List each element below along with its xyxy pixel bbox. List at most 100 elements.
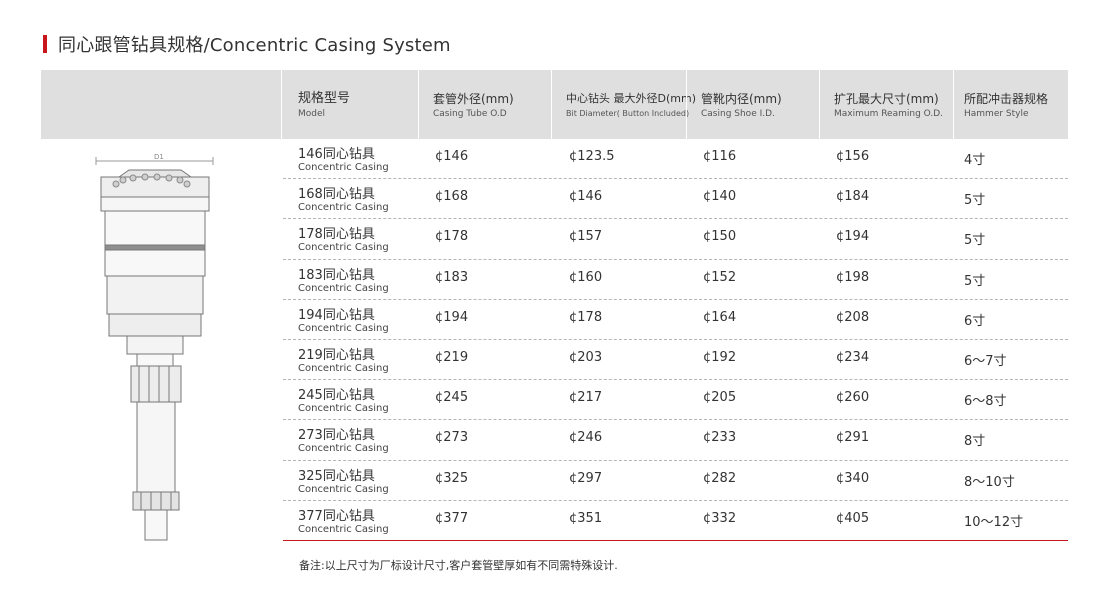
cell-casing-od: ¢194: [435, 309, 469, 325]
cell-casing-od: ¢168: [435, 189, 469, 205]
model-zh: 183同心钻具: [298, 267, 375, 283]
cell-hammer-style: 8寸: [964, 434, 986, 450]
product-illustration: D1: [41, 139, 276, 541]
table-row: 219同心钻具 Concentric Casing ¢219 ¢203 ¢192…: [283, 340, 1068, 381]
page-title: 同心跟管钻具规格/Concentric Casing System: [58, 35, 451, 56]
cell-model: 183同心钻具 Concentric Casing: [298, 267, 389, 295]
cell-reaming-od: ¢291: [836, 430, 870, 446]
header-casing-od: 套管外径(mm) Casing Tube O.D: [433, 92, 514, 121]
cell-bit-diameter: ¢160: [569, 269, 603, 285]
cell-shoe-id: ¢116: [703, 149, 737, 164]
cell-hammer-style: 5寸: [964, 233, 986, 249]
header-separator: [551, 70, 552, 139]
cell-model: 219同心钻具 Concentric Casing: [298, 347, 389, 375]
header-model: 规格型号 Model: [298, 92, 350, 121]
model-en: Concentric Casing: [298, 202, 389, 214]
table-row: 273同心钻具 Concentric Casing ¢273 ¢246 ¢233…: [283, 420, 1068, 461]
cell-reaming-od: ¢340: [836, 470, 870, 486]
model-en: Concentric Casing: [298, 523, 389, 535]
cell-bit-diameter: ¢178: [569, 309, 603, 325]
cell-model: 168同心钻具 Concentric Casing: [298, 188, 389, 214]
table-row: 168同心钻具 Concentric Casing ¢168 ¢146 ¢140…: [283, 179, 1068, 220]
model-zh: 273同心钻具: [298, 428, 375, 444]
cell-casing-od: ¢219: [435, 349, 469, 365]
illustration-d1-label: D1: [154, 153, 164, 161]
cell-model: 194同心钻具 Concentric Casing: [298, 307, 389, 335]
table-row: 178同心钻具 Concentric Casing ¢178 ¢157 ¢150…: [283, 219, 1068, 260]
cell-model: 273同心钻具 Concentric Casing: [298, 429, 389, 455]
cell-hammer-style: 6～7寸: [964, 353, 1007, 369]
cell-bit-diameter: ¢157: [569, 229, 603, 245]
cell-shoe-id: ¢164: [703, 309, 737, 325]
cell-model: 325同心钻具 Concentric Casing: [298, 468, 389, 496]
cell-shoe-id: ¢205: [703, 390, 737, 406]
cell-bit-diameter: ¢146: [569, 189, 603, 205]
table-row: 245同心钻具 Concentric Casing ¢245 ¢217 ¢205…: [283, 380, 1068, 421]
cell-hammer-style: 8～10寸: [964, 474, 1015, 490]
cell-bit-diameter: ¢246: [569, 430, 603, 446]
cell-reaming-od: ¢156: [836, 149, 870, 164]
header-casing-od-zh: 套管外径(mm): [433, 92, 514, 106]
header-bit-diameter-en: Bit Diameter( Button Included): [566, 109, 690, 118]
header-bit-diameter: 中心钻头 最大外径D(mm) Bit Diameter( Button Incl…: [566, 92, 696, 121]
cell-casing-od: ¢178: [435, 229, 469, 245]
model-en: Concentric Casing: [298, 443, 389, 455]
model-zh: 178同心钻具: [298, 227, 375, 243]
concentric-casing-drill-drawing-icon: D1: [95, 153, 214, 541]
cell-reaming-od: ¢405: [836, 510, 870, 526]
cell-shoe-id: ¢282: [703, 470, 737, 486]
cell-casing-od: ¢273: [435, 430, 469, 446]
model-en: Concentric Casing: [298, 403, 389, 415]
cell-casing-od: ¢377: [435, 510, 469, 526]
table-row: 194同心钻具 Concentric Casing ¢194 ¢178 ¢164…: [283, 300, 1068, 340]
cell-shoe-id: ¢150: [703, 229, 737, 245]
header-separator: [953, 70, 954, 139]
model-zh: 219同心钻具: [298, 347, 375, 363]
header-reaming-od-en: Maximum Reaming O.D.: [834, 109, 944, 119]
model-zh: 168同心钻具: [298, 187, 375, 203]
cell-hammer-style: 6寸: [964, 313, 986, 329]
cell-reaming-od: ¢260: [836, 390, 870, 406]
cell-reaming-od: ¢198: [836, 269, 870, 285]
cell-model: 377同心钻具 Concentric Casing: [298, 508, 389, 536]
header-separator: [418, 70, 419, 139]
model-zh: 146同心钻具: [298, 147, 375, 162]
cell-casing-od: ¢146: [435, 149, 469, 164]
model-en: Concentric Casing: [298, 242, 389, 254]
model-en: Concentric Casing: [298, 362, 389, 374]
cell-shoe-id: ¢192: [703, 349, 737, 365]
header-casing-od-en: Casing Tube O.D: [433, 109, 507, 119]
header-bit-diameter-zh: 中心钻头 最大外径D(mm): [566, 92, 696, 105]
cell-reaming-od: ¢208: [836, 309, 870, 325]
cell-bit-diameter: ¢351: [569, 510, 603, 526]
header-shoe-id-en: Casing Shoe I.D.: [701, 109, 775, 119]
cell-model: 245同心钻具 Concentric Casing: [298, 389, 389, 415]
header-hammer-style-zh: 所配冲击器规格: [964, 92, 1049, 106]
header-shoe-id: 管靴内径(mm) Casing Shoe I.D.: [701, 92, 782, 121]
model-zh: 377同心钻具: [298, 508, 375, 524]
model-zh: 194同心钻具: [298, 307, 375, 323]
header-hammer-style: 所配冲击器规格 Hammer Style: [964, 92, 1048, 121]
cell-shoe-id: ¢332: [703, 510, 737, 526]
cell-casing-od: ¢183: [435, 269, 469, 285]
header-separator: [281, 70, 282, 139]
header-hammer-style-en: Hammer Style: [964, 109, 1029, 119]
header-model-zh: 规格型号: [298, 91, 351, 106]
cell-bit-diameter: ¢123.5: [569, 149, 615, 164]
cell-shoe-id: ¢152: [703, 269, 737, 285]
model-en: Concentric Casing: [298, 322, 389, 334]
table-row: 146同心钻具 Concentric Casing ¢146 ¢123.5 ¢1…: [283, 139, 1068, 180]
model-en: Concentric Casing: [298, 483, 389, 495]
cell-casing-od: ¢245: [435, 390, 469, 406]
header-separator: [819, 70, 820, 139]
model-zh: 325同心钻具: [298, 468, 375, 484]
table-row: 377同心钻具 Concentric Casing ¢377 ¢351 ¢332…: [283, 501, 1068, 541]
cell-hammer-style: 5寸: [964, 273, 986, 289]
cell-hammer-style: 6～8寸: [964, 394, 1007, 410]
title-accent-bar: [43, 35, 47, 53]
header-reaming-od: 扩孔最大尺寸(mm) Maximum Reaming O.D.: [834, 92, 943, 121]
footnote: 备注:以上尺寸为厂标设计尺寸,客户套管壁厚如有不同需特殊设计.: [299, 559, 618, 572]
cell-bit-diameter: ¢203: [569, 349, 603, 365]
cell-reaming-od: ¢184: [836, 189, 870, 205]
section-title: 同心跟管钻具规格/Concentric Casing System: [43, 34, 451, 56]
